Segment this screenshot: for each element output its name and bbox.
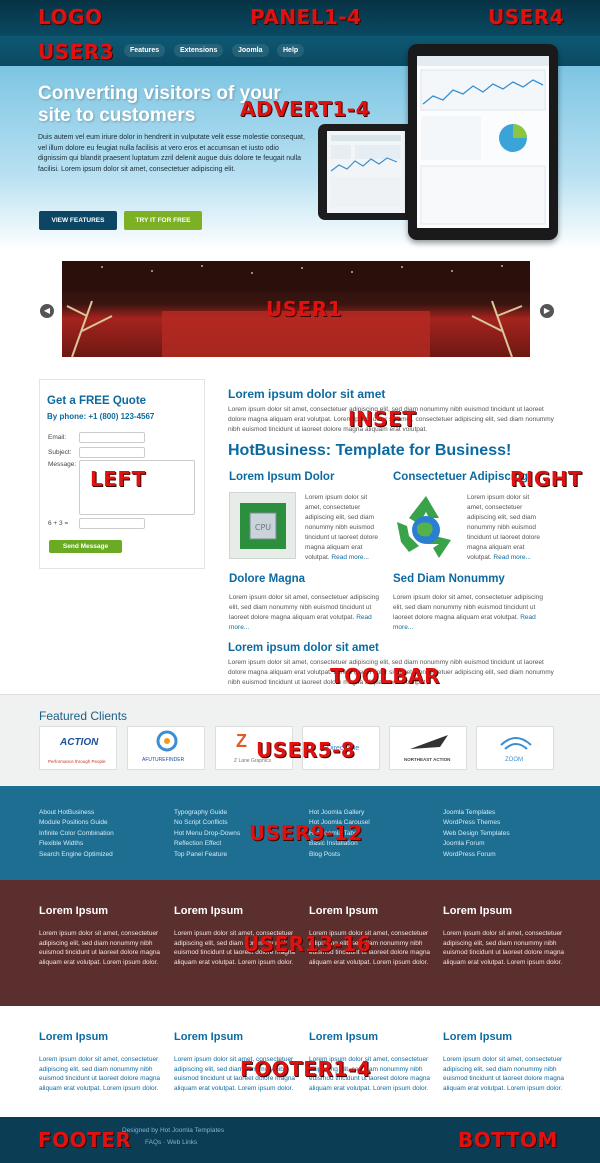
slider-next-arrow-icon[interactable]: ▶ (540, 304, 554, 318)
links-column-4: Joomla Templates WordPress Themes Web De… (443, 808, 510, 860)
footer-link[interactable]: Reflection Effect (174, 839, 240, 849)
footer-link[interactable]: No Script Conflicts (174, 818, 240, 828)
intro-title: Lorem ipsum dolor sit amet (228, 387, 386, 401)
footer-link[interactable]: Hot Menu Drop-Downs (174, 829, 240, 839)
footer-link[interactable]: Web Design Templates (443, 829, 510, 839)
small-tablet-screen (327, 131, 405, 213)
position-label-user5-8: USER5-8 (256, 738, 356, 762)
brown-col-1-text: Lorem ipsum dolor sit amet, consectetuer… (39, 930, 161, 966)
position-label-inset: INSET (348, 407, 417, 431)
footer-link[interactable]: Joomla Forum (443, 839, 510, 849)
position-label-right: RIGHT (510, 467, 583, 491)
email-field[interactable] (79, 432, 145, 443)
feature-2-text: Lorem ipsum dolor sit amet, consectetuer… (467, 494, 540, 561)
recycle-globe-icon (393, 492, 460, 559)
menu-item-joomla[interactable]: Joomla (232, 44, 269, 57)
try-free-button[interactable]: TRY IT FOR FREE (124, 211, 202, 230)
client-logo-action[interactable]: ACTION Performance through People (39, 726, 117, 770)
quote-title: Get a FREE Quote (47, 395, 147, 407)
position-label-bottom: BOTTOM (458, 1128, 558, 1152)
analytics-dashboard-icon (417, 56, 549, 225)
designer-credit-link[interactable]: Designed by Hot Joomla Templates (122, 1127, 224, 1134)
position-label-toolbar: TOOLBAR (330, 664, 441, 688)
large-tablet-screen (417, 56, 549, 228)
dashboard-chart-icon (330, 135, 401, 207)
position-label-logo: LOGO (38, 5, 103, 29)
position-label-user1: USER1 (266, 297, 343, 321)
brown-col-2-title: Lorem Ipsum (174, 905, 244, 917)
view-features-button[interactable]: VIEW FEATURES (39, 211, 117, 230)
feature-1-read-more[interactable]: Read more... (331, 554, 369, 561)
captcha-label: 6 + 3 = (48, 520, 69, 527)
feature-4-title: Sed Diam Nonummy (393, 573, 505, 585)
position-label-user4: USER4 (488, 5, 565, 29)
brown-col-1-title: Lorem Ipsum (39, 905, 109, 917)
position-label-user13-16: USER13-16 (243, 932, 372, 956)
footer-link[interactable]: Search Engine Optimized (39, 850, 114, 860)
brown-col-4-title: Lorem Ipsum (443, 905, 513, 917)
client-logo-zoom[interactable]: ZOOM (476, 726, 554, 770)
footer-link[interactable]: WordPress Forum (443, 850, 510, 860)
brown-col-3-title: Lorem Ipsum (309, 905, 379, 917)
footer-link[interactable]: Typography Guide (174, 808, 240, 818)
footer-link[interactable]: About HotBusiness (39, 808, 114, 818)
footer-link[interactable]: Hot Joomla Gallery (309, 808, 370, 818)
cpu-chip-icon: CPU (229, 492, 296, 559)
footer-col-3-title: Lorem Ipsum (309, 1031, 379, 1043)
footer-col-4-text: Lorem ipsum dolor sit amet, consectetuer… (443, 1056, 565, 1092)
feature-3-title: Dolore Magna (229, 573, 306, 585)
subject-field[interactable] (79, 447, 145, 458)
footer-col-1-text: Lorem ipsum dolor sit amet, consectetuer… (39, 1056, 161, 1092)
quote-phone: By phone: +1 (800) 123-4567 (47, 412, 155, 421)
feature-1-title: Lorem Ipsum Dolor (229, 471, 335, 483)
email-label: Email: (48, 434, 67, 441)
hero-text: Duis autem vel eum iriure dolor in hendr… (38, 134, 305, 173)
position-label-advert: ADVERT1-4 (240, 97, 370, 121)
feature-1-text: Lorem ipsum dolor sit amet, consectetuer… (305, 494, 378, 561)
featured-clients-title: Featured Clients (39, 709, 128, 723)
svg-text:CPU: CPU (255, 523, 271, 532)
footer-col-2-title: Lorem Ipsum (174, 1031, 244, 1043)
position-label-user9-12: USER9-12 (249, 821, 363, 845)
headline: HotBusiness: Template for Business! (228, 442, 512, 459)
footer-link[interactable]: Top Panel Feature (174, 850, 240, 860)
menu-item-extensions[interactable]: Extensions (174, 44, 224, 57)
links-column-1: About HotBusiness Module Positions Guide… (39, 808, 114, 860)
footer-link[interactable]: Joomla Templates (443, 808, 510, 818)
client-logo-afuturefinder[interactable]: AFUTUREFINDER (127, 726, 205, 770)
client-logo-northeast-action[interactable]: NORTHEAST ACTION (389, 726, 467, 770)
links-column-2: Typography Guide No Script Conflicts Hot… (174, 808, 240, 860)
footer-col-4-title: Lorem Ipsum (443, 1031, 513, 1043)
message-label: Message: (48, 461, 77, 468)
subject-label: Subject: (48, 449, 72, 456)
footer-link[interactable]: Blog Posts (309, 850, 370, 860)
send-message-button[interactable]: Send Message (49, 540, 122, 553)
footer-link[interactable]: Infinite Color Combination (39, 829, 114, 839)
brown-col-4-text: Lorem ipsum dolor sit amet, consectetuer… (443, 930, 565, 966)
toolbar-title: Lorem ipsum dolor sit amet (228, 642, 379, 654)
menu-item-help[interactable]: Help (277, 44, 305, 57)
menu-item-features[interactable]: Features (124, 44, 166, 57)
feature-2-read-more[interactable]: Read more... (493, 554, 531, 561)
footer-link[interactable]: Flexible Widths (39, 839, 114, 849)
feature-3-text: Lorem ipsum dolor sit amet, consectetuer… (229, 594, 379, 631)
slider-prev-arrow-icon[interactable]: ◀ (40, 304, 54, 318)
footer-col-1-title: Lorem Ipsum (39, 1031, 109, 1043)
footer-link[interactable]: WordPress Themes (443, 818, 510, 828)
position-label-footer1-4: FOOTER1-4 (240, 1057, 372, 1081)
position-label-user3: USER3 (38, 40, 115, 64)
position-label-left: LEFT (90, 467, 146, 491)
feature-2-title: Consectetuer Adipiscing (393, 471, 529, 483)
position-label-panel: PANEL1-4 (250, 5, 362, 29)
captcha-field[interactable] (79, 518, 145, 529)
feature-4-text: Lorem ipsum dolor sit amet, consectetuer… (393, 594, 543, 631)
bottom-links[interactable]: FAQs · Web Links (145, 1139, 197, 1146)
footer-link[interactable]: Module Positions Guide (39, 818, 114, 828)
position-label-footer: FOOTER (38, 1128, 132, 1152)
